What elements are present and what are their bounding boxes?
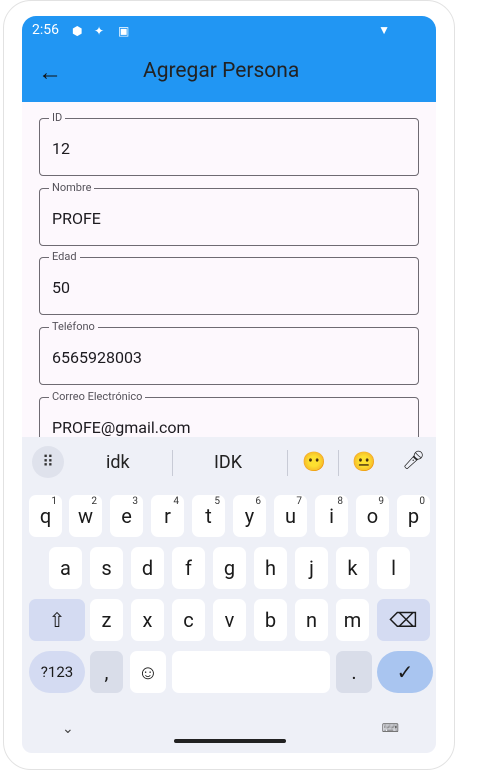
emoji-key[interactable]: ☺ (130, 651, 166, 693)
play-protect-icon: ⬢ (72, 24, 83, 38)
suggestion-strip: ⠿ idk IDK 😶 😐 🎤︎ (22, 437, 436, 487)
email-field-value[interactable]: PROFE@gmail.com (52, 418, 191, 437)
data-saver-icon: ✦ (94, 24, 105, 38)
key-e-hint: 3 (132, 496, 138, 507)
key-q-hint: 1 (51, 496, 57, 507)
key-l[interactable]: l (377, 547, 410, 589)
key-o[interactable]: o9 (356, 495, 389, 537)
key-s[interactable]: s (90, 547, 123, 589)
key-e[interactable]: e3 (110, 495, 143, 537)
grid-menu-icon[interactable]: ⠿ (32, 446, 64, 478)
id-field-label: ID (49, 111, 66, 124)
key-u-hint: 7 (296, 496, 302, 507)
key-k[interactable]: k (336, 547, 369, 589)
phone-field[interactable]: Teléfono 6565928003 (39, 320, 419, 385)
key-r[interactable]: r4 (151, 495, 184, 537)
key-u[interactable]: u7 (274, 495, 307, 537)
suggestion-divider (338, 450, 339, 476)
key-p-label: p (407, 504, 420, 528)
collapse-keyboard-icon[interactable]: ⌄ (62, 721, 74, 737)
key-j[interactable]: j (295, 547, 328, 589)
key-y-label: y (244, 504, 255, 528)
key-p[interactable]: p0 (397, 495, 430, 537)
nav-row: ⌄ ⌨ (22, 717, 436, 753)
emoji-suggestion-1[interactable]: 😶 (302, 450, 326, 473)
id-field-value[interactable]: 12 (52, 139, 70, 158)
key-u-label: u (284, 504, 297, 528)
arrow-back-icon[interactable]: ← (38, 58, 62, 87)
key-z[interactable]: z (90, 599, 123, 641)
key-r-label: r (164, 504, 171, 528)
email-field[interactable]: Correo Electrónico PROFE@gmail.com (39, 390, 419, 437)
key-r-hint: 4 (173, 496, 179, 507)
key-g[interactable]: g (213, 547, 246, 589)
key-n[interactable]: n (295, 599, 328, 641)
page-title: Agregar Persona (143, 59, 300, 83)
key-p-hint: 0 (419, 496, 425, 507)
key-q[interactable]: q1 (29, 495, 62, 537)
suggestion-divider (172, 450, 173, 476)
suggestion-2[interactable]: IDK (214, 452, 242, 473)
phone-frame: 2:56 ⬢ ✦ ▣ ▼ ← Agregar Persona ID 12 Nom… (3, 0, 455, 770)
suggestion-divider (287, 450, 288, 476)
key-t-hint: 5 (214, 496, 220, 507)
screen: 2:56 ⬢ ✦ ▣ ▼ ← Agregar Persona ID 12 Nom… (22, 16, 436, 753)
key-c[interactable]: c (172, 599, 205, 641)
enter-key[interactable]: ✓ (377, 651, 433, 693)
home-gesture-bar[interactable] (174, 739, 286, 743)
app-bar: ← Agregar Persona (22, 46, 436, 102)
key-i-label: i (329, 504, 334, 528)
shift-key[interactable]: ⇧ (29, 599, 85, 641)
id-field[interactable]: ID 12 (39, 111, 419, 176)
key-o-hint: 9 (378, 496, 384, 507)
key-y-hint: 6 (255, 496, 261, 507)
age-field-label: Edad (49, 250, 80, 263)
key-q-label: q (39, 504, 52, 528)
key-h[interactable]: h (254, 547, 287, 589)
key-d[interactable]: d (131, 547, 164, 589)
key-o-label: o (366, 504, 379, 528)
key-y[interactable]: y6 (233, 495, 266, 537)
key-x[interactable]: x (131, 599, 164, 641)
email-field-label: Correo Electrónico (49, 390, 146, 403)
name-field-value[interactable]: PROFE (52, 209, 101, 228)
key-a[interactable]: a (49, 547, 82, 589)
space-key[interactable] (172, 651, 330, 693)
emoji-suggestion-2[interactable]: 😐 (352, 450, 376, 473)
mic-icon[interactable]: 🎤︎ (402, 450, 425, 471)
key-v[interactable]: v (213, 599, 246, 641)
comma-key[interactable]: , (90, 651, 123, 693)
key-m[interactable]: m (336, 599, 369, 641)
age-field-value[interactable]: 50 (52, 278, 70, 297)
status-time: 2:56 (32, 22, 59, 38)
key-f[interactable]: f (172, 547, 205, 589)
name-field[interactable]: Nombre PROFE (39, 181, 419, 246)
key-i[interactable]: i8 (315, 495, 348, 537)
period-key[interactable]: . (336, 651, 372, 693)
age-field[interactable]: Edad 50 (39, 250, 419, 315)
person-form: ID 12 Nombre PROFE Edad 50 Teléfono 6565… (22, 102, 436, 437)
suggestion-1[interactable]: idk (106, 452, 130, 473)
phone-field-label: Teléfono (49, 320, 98, 333)
name-field-label: Nombre (49, 181, 95, 194)
sim-icon: ▣ (118, 24, 130, 38)
status-bar: 2:56 ⬢ ✦ ▣ ▼ (22, 16, 436, 46)
backspace-key[interactable]: ⌫ (377, 599, 430, 641)
phone-field-value[interactable]: 6565928003 (52, 348, 142, 367)
key-e-label: e (121, 504, 132, 528)
key-w[interactable]: w2 (69, 495, 102, 537)
key-t-label: t (205, 504, 212, 528)
symbols-key[interactable]: ?123 (29, 651, 85, 693)
key-b[interactable]: b (254, 599, 287, 641)
wifi-icon: ▼ (378, 23, 390, 37)
keyboard-switch-icon[interactable]: ⌨ (382, 721, 400, 735)
key-i-hint: 8 (337, 496, 343, 507)
key-w-hint: 2 (91, 496, 97, 507)
soft-keyboard: ⠿ idk IDK 😶 😐 🎤︎ q1 w2 e3 r4 t5 y6 u7 i8… (22, 437, 436, 753)
key-t[interactable]: t5 (192, 495, 225, 537)
